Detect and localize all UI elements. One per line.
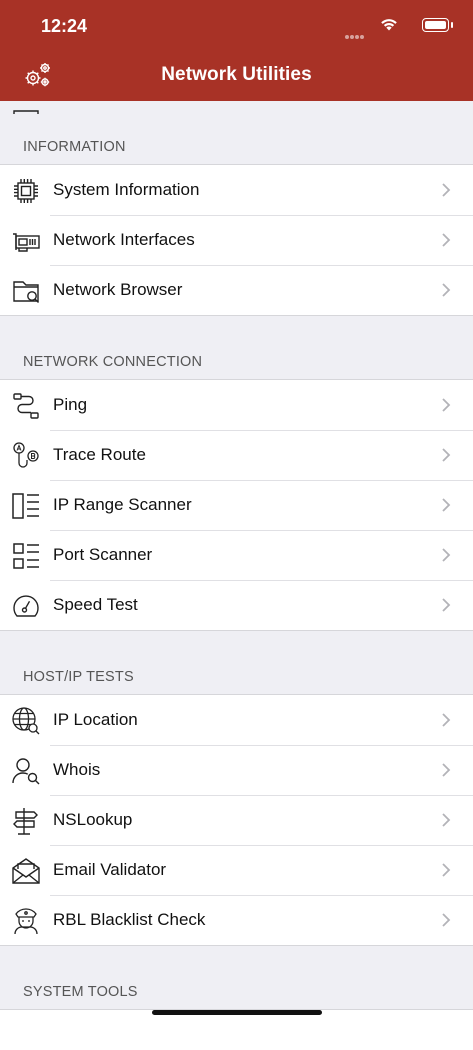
- globe-search-icon: [12, 707, 40, 735]
- settings-list: INFORMATION System Information Network I…: [0, 101, 473, 1050]
- row-trace-route[interactable]: Trace Route: [0, 430, 473, 480]
- row-port-scanner[interactable]: Port Scanner: [0, 530, 473, 580]
- row-label: System Information: [53, 180, 200, 199]
- row-label: Trace Route: [53, 445, 146, 464]
- signpost-icon: [13, 808, 38, 835]
- row-label: Network Browser: [53, 280, 183, 299]
- section-host-ip-tests: IP Location Whois NSLookup Email Validat…: [0, 694, 473, 946]
- chevron-right-icon: [442, 283, 451, 297]
- status-time: 12:24: [41, 16, 88, 36]
- row-rbl-blacklist-check[interactable]: RBL Blacklist Check: [0, 895, 473, 945]
- chevron-right-icon: [442, 183, 451, 197]
- row-network-interfaces[interactable]: Network Interfaces: [0, 215, 473, 265]
- envelope-icon: [12, 858, 40, 884]
- section-header-information: INFORMATION: [23, 139, 126, 155]
- section-information: System Information Network Interfaces Ne…: [0, 164, 473, 316]
- section-header-system-tools: SYSTEM TOOLS: [23, 984, 138, 1000]
- battery-icon: [422, 18, 453, 32]
- row-speed-test[interactable]: Speed Test: [0, 580, 473, 630]
- chevron-right-icon: [442, 863, 451, 877]
- section-network-connection: Ping Trace Route IP Range Scanner Port S…: [0, 379, 473, 631]
- row-label: RBL Blacklist Check: [53, 910, 206, 929]
- wifi-icon: [381, 19, 397, 31]
- row-label: IP Range Scanner: [53, 495, 192, 514]
- row-label: Speed Test: [53, 595, 138, 614]
- row-label: Email Validator: [53, 860, 167, 879]
- chevron-right-icon: [442, 713, 451, 727]
- row-label: IP Location: [53, 710, 138, 729]
- network-card-icon: [13, 233, 40, 252]
- status-icons: [339, 16, 453, 39]
- chevron-right-icon: [442, 763, 451, 777]
- row-ip-range-scanner[interactable]: IP Range Scanner: [0, 480, 473, 530]
- port-list-icon: [13, 543, 39, 569]
- navigation-bar: 12:24 Network Utilities: [0, 0, 473, 101]
- chevron-right-icon: [442, 813, 451, 827]
- home-indicator[interactable]: [152, 1010, 322, 1015]
- list-range-icon: [12, 493, 39, 519]
- signal-dots-icon: [345, 26, 367, 39]
- chevron-right-icon: [442, 913, 451, 927]
- speedometer-icon: [13, 595, 39, 617]
- route-a-b-icon: [13, 442, 39, 468]
- row-ping[interactable]: Ping: [0, 380, 473, 430]
- row-label: Network Interfaces: [53, 230, 195, 249]
- row-email-validator[interactable]: Email Validator: [0, 845, 473, 895]
- person-search-icon: [12, 758, 40, 785]
- chevron-right-icon: [442, 398, 451, 412]
- chevron-right-icon: [442, 448, 451, 462]
- section-system-tools: [0, 110, 473, 1050]
- chevron-right-icon: [442, 233, 451, 247]
- police-officer-icon: [14, 908, 38, 935]
- chevron-right-icon: [442, 498, 451, 512]
- row-label: Ping: [53, 395, 88, 414]
- section-header-host-ip-tests: HOST/IP TESTS: [23, 669, 134, 685]
- chevron-right-icon: [442, 598, 451, 612]
- folder-search-icon: [13, 281, 39, 303]
- row-ip-location[interactable]: IP Location: [0, 695, 473, 745]
- row-nslookup[interactable]: NSLookup: [0, 795, 473, 845]
- section-header-network-connection: NETWORK CONNECTION: [23, 354, 203, 370]
- partial-row-icon: [13, 110, 39, 114]
- page-title: Network Utilities: [161, 64, 312, 85]
- row-network-browser[interactable]: Network Browser: [0, 265, 473, 315]
- row-label: NSLookup: [53, 810, 133, 829]
- cpu-chip-icon: [14, 179, 38, 203]
- row-label: Port Scanner: [53, 545, 153, 564]
- ping-icon: [13, 393, 39, 419]
- row-label: Whois: [53, 760, 101, 779]
- row-whois[interactable]: Whois: [0, 745, 473, 795]
- row-system-information[interactable]: System Information: [0, 165, 473, 215]
- chevron-right-icon: [442, 548, 451, 562]
